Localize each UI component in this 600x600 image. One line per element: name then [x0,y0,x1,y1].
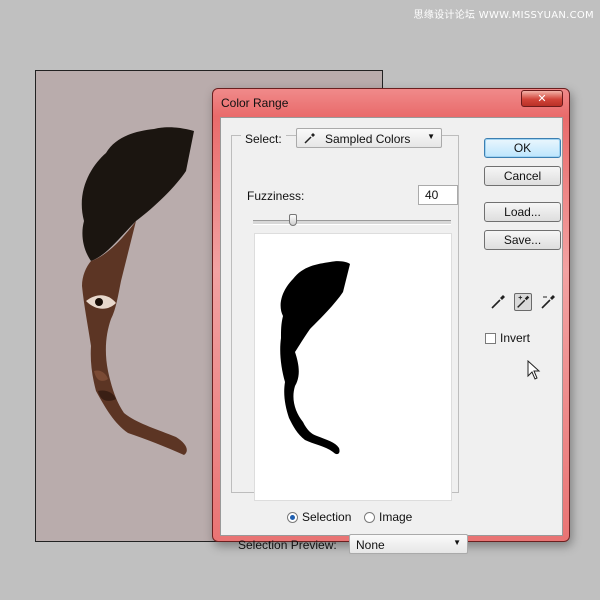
radio-selection-button[interactable] [287,512,298,523]
fuzziness-label: Fuzziness: [247,189,305,203]
selection-preview-value: None [356,538,385,552]
eyedropper-icon [304,133,315,144]
select-dropdown[interactable]: Sampled Colors ▼ [296,128,442,148]
radio-image-label: Image [379,510,413,524]
eyedropper-minus-icon[interactable] [539,293,557,311]
invert-checkbox-row[interactable]: Invert [485,331,530,345]
fuzziness-slider-track[interactable] [253,220,451,225]
eyedropper-icon[interactable] [489,293,507,311]
chevron-down-icon: ▼ [427,132,435,141]
selection-preview-area[interactable] [254,233,452,501]
select-value: Sampled Colors [325,132,411,146]
radio-image-button[interactable] [364,512,375,523]
invert-checkbox[interactable] [485,333,496,344]
ok-button[interactable]: OK [484,138,561,158]
save-button[interactable]: Save... [484,230,561,250]
watermark-text: 思缘设计论坛 WWW.MISSYUAN.COM [413,10,594,21]
invert-label: Invert [500,331,531,345]
close-button[interactable]: ✕ [521,90,563,107]
selection-preview-label: Selection Preview: [238,538,337,552]
close-icon: ✕ [537,93,547,105]
selection-preview-dropdown[interactable]: None ▼ [349,534,468,554]
radio-selection[interactable]: Selection [287,510,351,524]
dialog-body: Select: Sampled Colors ▼ Fuzziness: 40 S… [220,117,563,554]
dialog-title: Color Range [221,96,289,110]
radio-selection-label: Selection [302,510,352,524]
fuzziness-input[interactable]: 40 [418,185,458,205]
fuzziness-slider-thumb[interactable] [288,214,297,226]
mouse-cursor-icon [527,360,541,380]
chevron-down-icon: ▼ [453,538,461,547]
cancel-button[interactable]: Cancel [484,166,561,186]
title-bar[interactable]: Color Range ✕ [213,89,569,115]
color-range-dialog: Color Range ✕ Select: Sampled Colors ▼ F… [212,88,570,554]
selection-mask [280,261,350,455]
eyedropper-plus-icon[interactable] [514,293,532,311]
load-button[interactable]: Load... [484,202,561,222]
radio-image[interactable]: Image [364,510,412,524]
select-label: Select: [241,132,286,146]
